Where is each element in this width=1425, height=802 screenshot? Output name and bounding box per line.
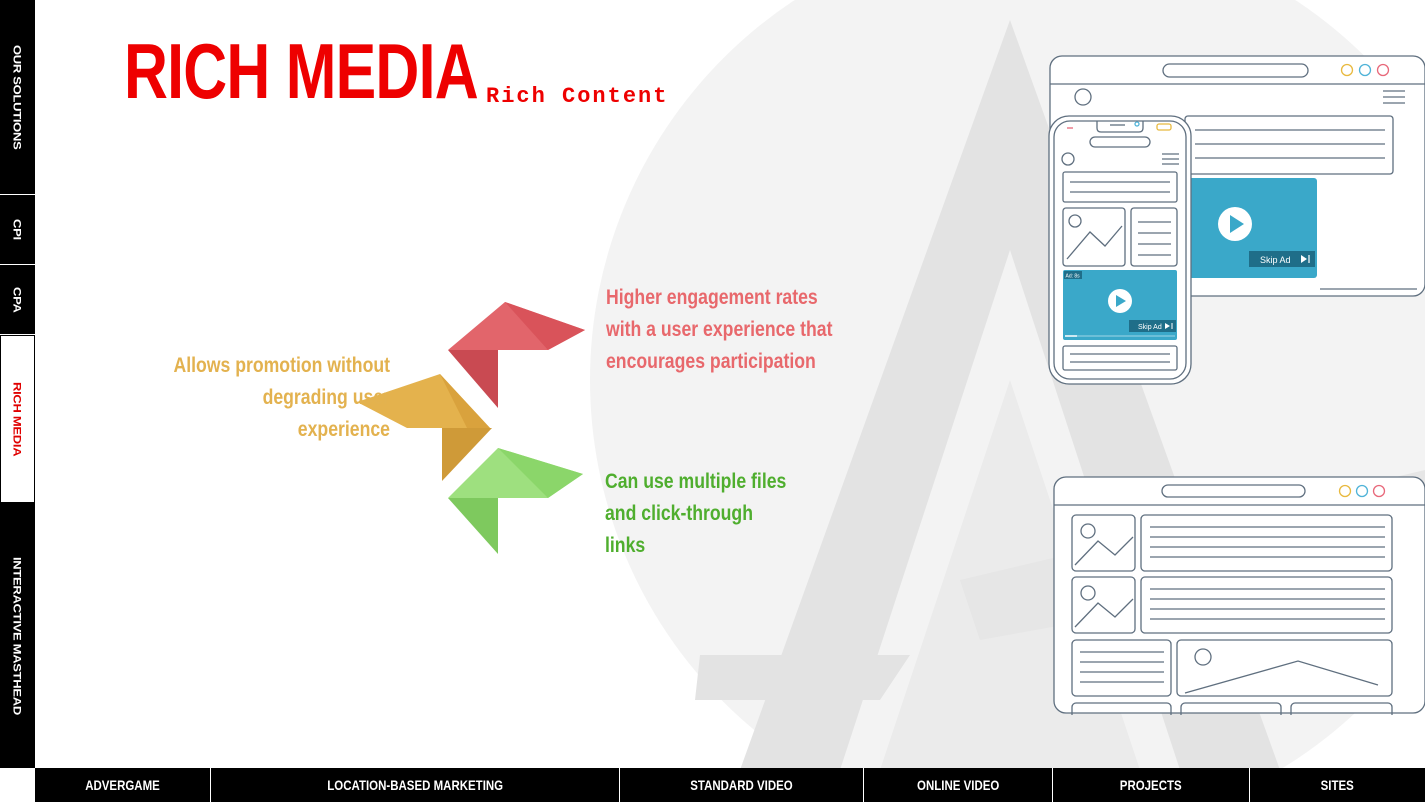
bottom-nav-item-label: ADVERGAME [85,777,160,793]
bottom-nav-item-online-video[interactable]: ONLINE VIDEO [864,768,1053,802]
phone-frame [1048,115,1192,385]
point-bottom-text: Can use multiple files and click-through… [605,466,786,562]
bottom-nav-item-label: STANDARD VIDEO [690,777,793,793]
bottom-nav-item-sites[interactable]: SITES [1250,768,1425,802]
point-line: Allows promotion without [173,354,390,377]
bottom-nav-item-projects[interactable]: PROJECTS [1053,768,1250,802]
bottom-nav-item-advergame[interactable]: ADVERGAME [35,768,211,802]
side-nav-item-cpi[interactable]: CPI [0,195,35,265]
bottom-nav-item-label: ONLINE VIDEO [916,777,1000,793]
point-line: links [605,534,646,557]
point-line: with a user experience that [606,318,833,341]
page-subtitle: Rich Content [486,84,669,109]
side-nav-item-rich-media[interactable]: RICH MEDIA [0,335,35,503]
side-nav-item-interactive-masthead[interactable]: INTERACTIVE MASTHEAD [0,503,35,768]
point-line: degrading user [262,386,390,409]
browser-phone-video-ad-mockup: Skip Ad Ad: 8s Skip Ad [1048,55,1425,385]
side-nav: OUR SOLUTIONS CPI CPA RICH MEDIA INTERAC… [0,0,35,768]
side-nav-item-label: INTERACTIVE MASTHEAD [11,556,24,715]
bottom-nav: ADVERGAME LOCATION-BASED MARKETING STAND… [35,768,1425,802]
bottom-nav-item-standard-video[interactable]: STANDARD VIDEO [620,768,864,802]
green-arrow [448,448,583,554]
phone-skip-ad-label: Skip Ad [1138,324,1162,331]
side-nav-item-our-solutions[interactable]: OUR SOLUTIONS [0,0,35,195]
point-line: experience [297,418,390,441]
side-nav-item-label: OUR SOLUTIONS [11,44,24,150]
point-line: Higher engagement rates [606,286,818,309]
point-line: encourages participation [606,350,816,373]
bottom-nav-item-label: SITES [1320,777,1355,793]
rich-content-webpage-mockup [1053,476,1425,715]
point-line: Can use multiple files [605,470,787,493]
bottom-nav-item-label: PROJECTS [1120,777,1182,793]
point-line: and click-through [605,502,753,525]
point-top-text: Higher engagement rates with a user expe… [606,282,832,378]
side-nav-item-label: CPI [11,219,24,240]
phone-video-ad: Ad: 8s Skip Ad [1063,270,1177,340]
red-arrow [448,302,585,408]
side-nav-item-cpa[interactable]: CPA [0,265,35,335]
side-nav-item-label: CPA [11,286,24,313]
bottom-nav-item-location-based-marketing[interactable]: LOCATION-BASED MARKETING [211,768,620,802]
desktop-skip-ad-label: Skip Ad [1260,255,1291,265]
point-left-text: Allows promotion without degrading user … [113,350,390,446]
bottom-nav-item-label: LOCATION-BASED MARKETING [327,777,503,793]
page-title: RICH MEDIA [124,27,479,115]
side-nav-item-label: RICH MEDIA [11,381,24,457]
phone-ad-badge: Ad: 8s [1066,274,1081,280]
desktop-video-ad: Skip Ad [1183,178,1317,278]
